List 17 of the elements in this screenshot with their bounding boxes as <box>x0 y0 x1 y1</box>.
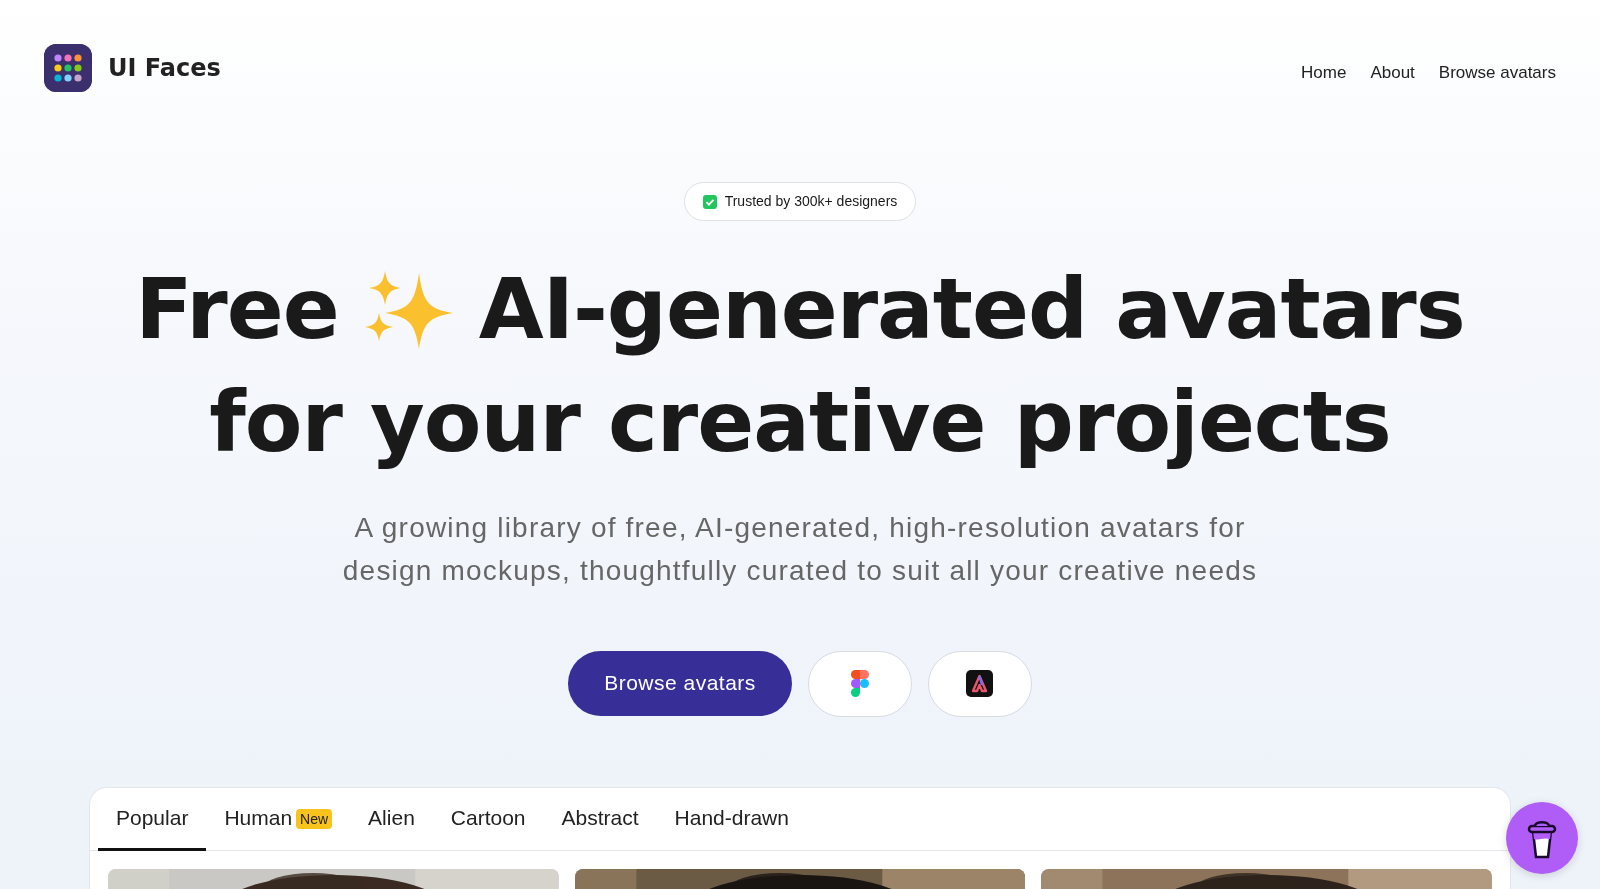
headline-text: Free <box>135 259 339 360</box>
tab[interactable]: Human New <box>206 787 351 851</box>
new-tag: New <box>296 808 333 829</box>
tab[interactable]: Abstract <box>543 787 657 851</box>
browse-button[interactable]: Browse avatars <box>568 650 792 716</box>
tab[interactable]: Hand-drawn <box>656 787 807 851</box>
nav-link[interactable]: Home <box>1301 60 1347 86</box>
headline-text: for your creative projects <box>209 372 1391 474</box>
nav-link[interactable]: Browse avatars <box>1438 60 1556 86</box>
tab[interactable]: Popular <box>98 787 207 851</box>
brand-name[interactable]: UI Faces <box>108 50 221 86</box>
tab[interactable]: Cartoon <box>432 787 544 851</box>
tab[interactable]: Alien <box>350 787 433 851</box>
badge-text: Trusted by 300k+ designers <box>724 192 898 211</box>
subtitle-text: A growing library of free, AI-generated, high-resolution avatars for design mockups, thoughtfully curated to suit all your creative needs <box>341 510 1259 589</box>
headline-text: AI-generated avatars <box>478 259 1465 360</box>
nav-link[interactable]: About <box>1370 60 1415 86</box>
